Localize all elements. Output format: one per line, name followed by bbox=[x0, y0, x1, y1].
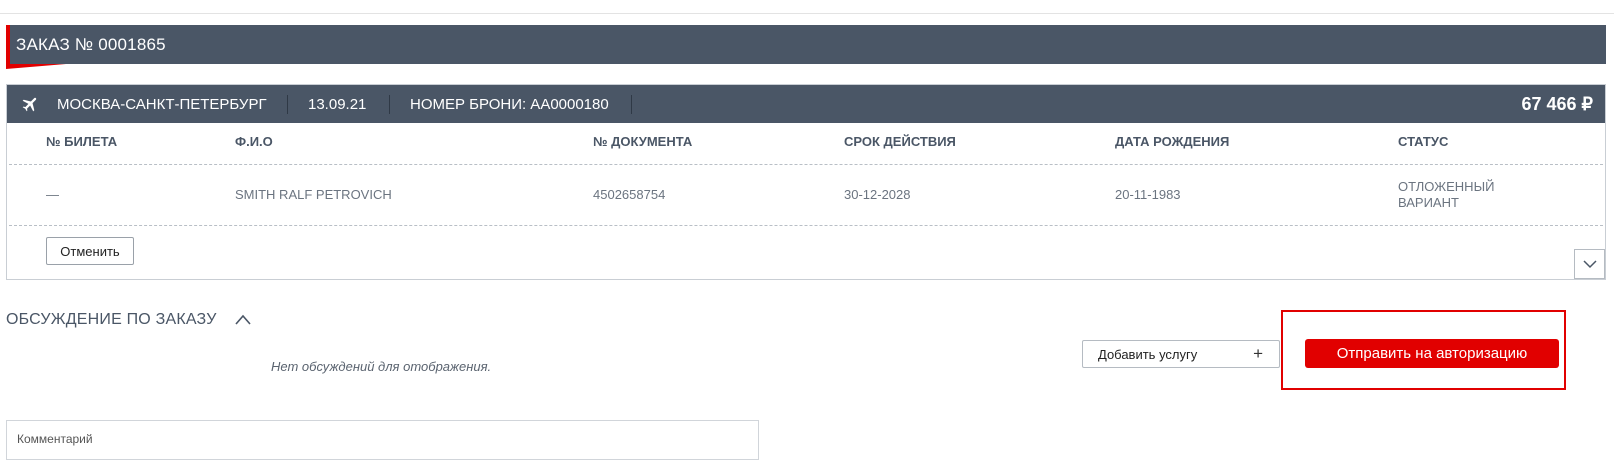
birth-date: 20-11-1983 bbox=[1115, 187, 1181, 202]
passenger-name: SMITH RALF PETROVICH bbox=[235, 187, 392, 202]
status-line-2: ВАРИАНТ bbox=[1398, 195, 1459, 210]
col-status-header: СТАТУС bbox=[1398, 134, 1449, 149]
expand-toggle[interactable] bbox=[1574, 249, 1605, 279]
comment-placeholder: Комментарий bbox=[17, 432, 93, 446]
airplane-icon bbox=[22, 97, 37, 112]
header-accent bbox=[6, 25, 10, 64]
booking-number: НОМЕР БРОНИ: AA0000180 bbox=[410, 96, 609, 113]
col-ticket-header: № БИЛЕТА bbox=[46, 134, 118, 149]
add-service-button[interactable]: Добавить услугу + bbox=[1082, 340, 1280, 368]
empty-discussion-text: Нет обсуждений для отображения. bbox=[271, 359, 492, 374]
top-divider bbox=[0, 13, 1614, 14]
cancel-button[interactable]: Отменить bbox=[46, 237, 134, 265]
flight-route: МОСКВА-САНКТ-ПЕТЕРБУРГ bbox=[57, 96, 267, 113]
separator bbox=[287, 95, 288, 114]
separator bbox=[389, 95, 390, 114]
header-accent-tail bbox=[6, 64, 66, 69]
flight-card: МОСКВА-САНКТ-ПЕТЕРБУРГ 13.09.21 НОМЕР БР… bbox=[6, 84, 1606, 280]
chevron-up-icon[interactable] bbox=[235, 313, 251, 327]
row-divider bbox=[9, 225, 1603, 226]
order-price: 67 466 ₽ bbox=[1521, 94, 1593, 114]
order-title: ЗАКАЗ № 0001865 bbox=[16, 35, 166, 54]
flight-bar: МОСКВА-САНКТ-ПЕТЕРБУРГ 13.09.21 НОМЕР БР… bbox=[7, 85, 1605, 123]
document-number: 4502658754 bbox=[593, 187, 666, 202]
document-expiry: 30-12-2028 bbox=[844, 187, 911, 202]
plus-icon: + bbox=[1253, 344, 1263, 363]
row-divider bbox=[9, 164, 1603, 165]
add-service-label: Добавить услугу bbox=[1098, 347, 1198, 362]
col-name-header: Ф.И.О bbox=[235, 134, 273, 149]
ticket-number: — bbox=[46, 187, 59, 202]
col-document-header: № ДОКУМЕНТА bbox=[593, 134, 693, 149]
order-header: ЗАКАЗ № 0001865 bbox=[6, 25, 1606, 69]
status-line-1: ОТЛОЖЕННЫЙ bbox=[1398, 179, 1495, 194]
send-for-authorization-button[interactable]: Отправить на авторизацию bbox=[1305, 339, 1559, 368]
col-birthdate-header: ДАТА РОЖДЕНИЯ bbox=[1115, 134, 1230, 149]
col-expiry-header: СРОК ДЕЙСТВИЯ bbox=[844, 134, 956, 149]
chevron-down-icon bbox=[1582, 259, 1597, 268]
discussion-title[interactable]: ОБСУЖДЕНИЕ ПО ЗАКАЗУ bbox=[6, 311, 217, 329]
separator bbox=[631, 95, 632, 114]
comment-field[interactable]: Комментарий bbox=[6, 420, 759, 460]
flight-date: 13.09.21 bbox=[308, 96, 367, 113]
